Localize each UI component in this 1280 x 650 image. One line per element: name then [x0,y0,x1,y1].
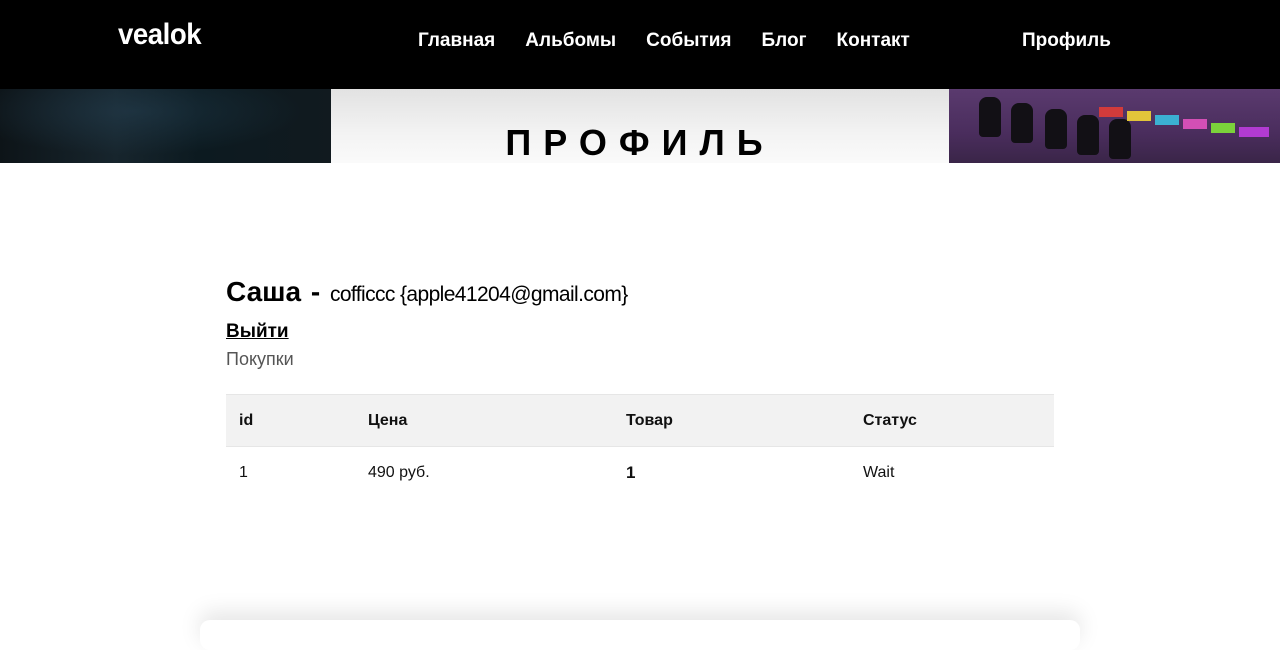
nav-item-albums[interactable]: Альбомы [525,30,616,52]
cell-product: 1 [626,463,636,482]
banner-title-panel: ПРОФИЛЬ [331,89,949,163]
footer-panel-edge [200,620,1080,650]
user-info-line: Саша - cofficcc {apple41204@gmail.com} [226,270,1054,317]
main-nav: Главная Альбомы События Блог Контакт [418,30,940,52]
cell-id: 1 [239,464,248,481]
site-header: vealok Главная Альбомы События Блог Конт… [0,0,1280,89]
nav-item-events[interactable]: События [646,30,731,52]
table-header-row: id Цена Товар Статус [226,394,1054,447]
column-header-status: Статус [863,411,917,429]
profile-content: Саша - cofficcc {apple41204@gmail.com} В… [226,270,1054,499]
logout-link[interactable]: Выйти [226,321,289,343]
nav-item-profile[interactable]: Профиль [1022,30,1111,52]
site-logo[interactable]: vealok [118,18,202,52]
nav-item-blog[interactable]: Блог [762,30,807,52]
nav-item-contact[interactable]: Контакт [837,30,910,52]
purchases-heading: Покупки [226,349,294,369]
column-header-product: Товар [626,411,673,429]
orders-table: id Цена Товар Статус 1 490 руб. 1 Wait [226,394,1054,499]
user-login-email: cofficcc {apple41204@gmail.com} [329,283,628,306]
column-header-price: Цена [368,411,408,429]
banner-image-left [0,89,331,163]
table-row: 1 490 руб. 1 Wait [226,447,1054,500]
cell-status: Wait [863,464,895,481]
nav-item-home[interactable]: Главная [418,30,495,52]
user-separator: - [310,276,321,307]
column-header-id: id [239,411,254,429]
user-name: Саша [226,276,302,307]
cell-price: 490 руб. [368,464,430,481]
page-title: ПРОФИЛЬ [505,122,775,163]
banner-image-right [949,89,1280,163]
page-banner: ПРОФИЛЬ [0,89,1280,163]
